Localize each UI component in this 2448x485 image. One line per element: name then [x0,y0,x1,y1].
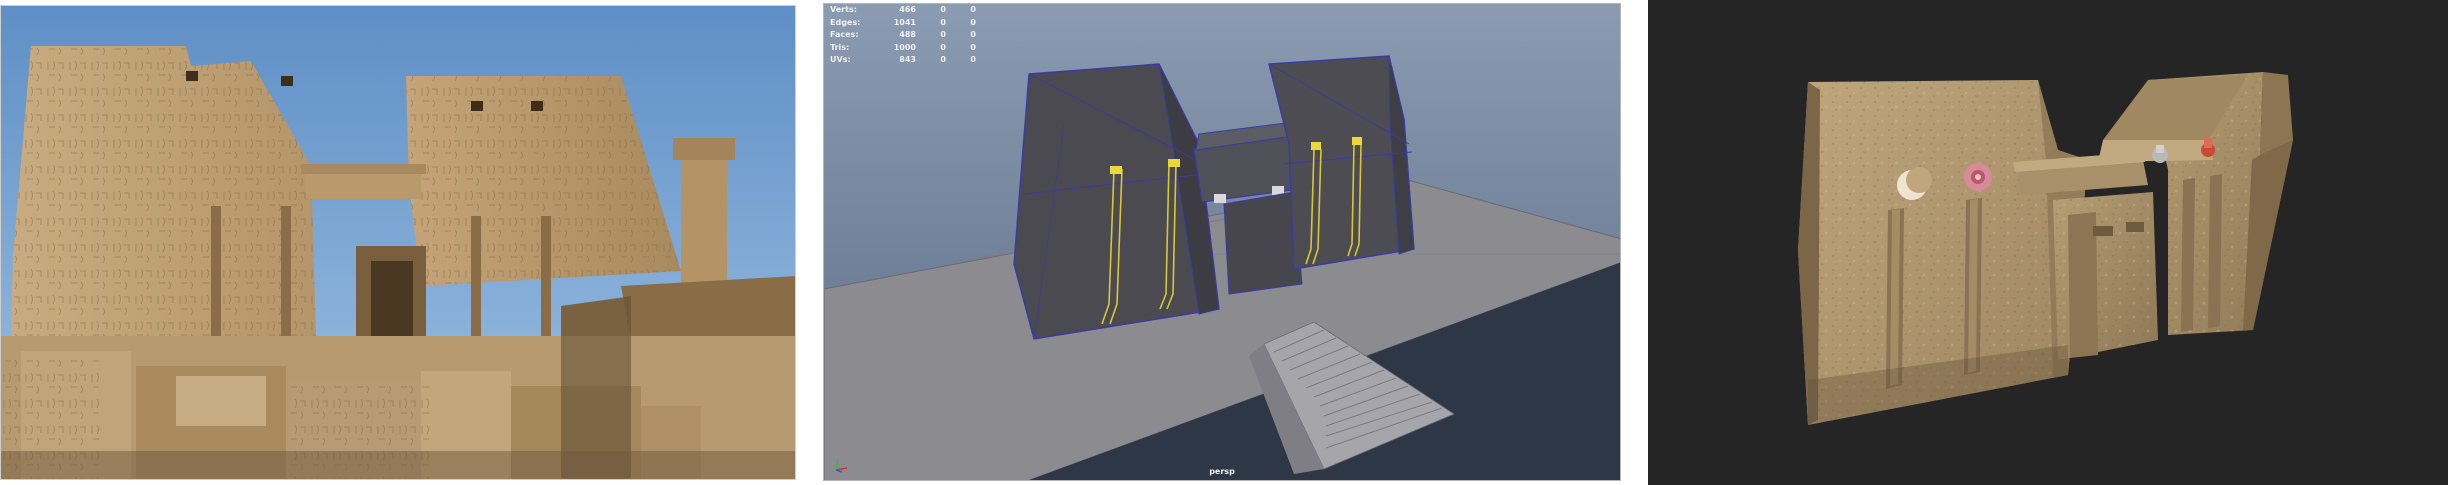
temple-photo [1,6,795,479]
hud-row-edges: Edges: 1041 0 0 [830,17,976,27]
textured-render [1648,0,2448,485]
hud-row-verts: Verts: 466 0 0 [830,5,976,14]
poly-count-hud: Verts: 466 0 0 Edges: 1041 0 0 Faces: 48… [830,4,976,67]
hud-row-uvs: UVs: 843 0 0 [830,55,976,64]
textured-render-panel [1648,0,2448,485]
hud-row-tris: Tris: 1000 0 0 [830,42,976,52]
hud-row-faces: Faces: 488 0 0 [830,30,976,39]
viewport-scene[interactable] [824,4,1621,481]
temple-photo-panel [0,5,796,480]
flower-emblem-icon [1964,163,1992,191]
camera-name-label: persp [1209,467,1235,476]
maya-viewport[interactable]: Verts: 466 0 0 Edges: 1041 0 0 Faces: 48… [823,3,1621,481]
